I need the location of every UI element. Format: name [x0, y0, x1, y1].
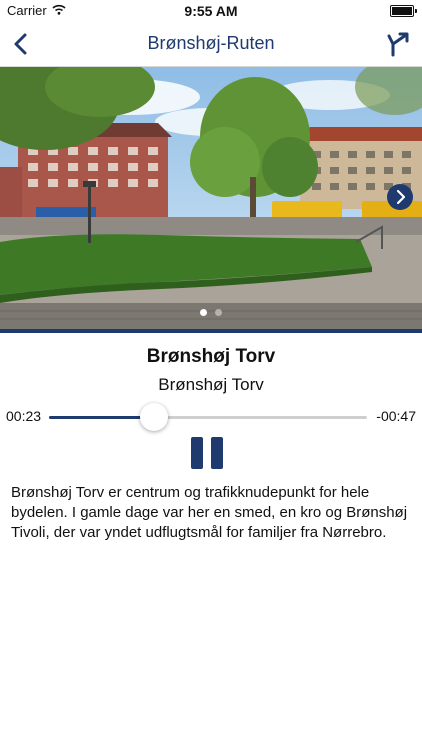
audio-progress-fill	[49, 416, 154, 419]
photo-carousel[interactable]	[0, 67, 422, 329]
stop-subtitle: Brønshøj Torv	[158, 375, 264, 394]
stop-description: Brønshøj Torv er centrum og trafikknudep…	[11, 484, 408, 541]
audio-scrubber-thumb[interactable]	[139, 403, 168, 431]
page-dot	[200, 309, 207, 316]
nav-title: Brønshøj-Ruten	[147, 33, 275, 53]
page-indicator	[0, 309, 422, 316]
status-bar: Carrier 9:55 AM	[0, 0, 422, 22]
divider-bar	[0, 329, 422, 333]
status-time: 9:55 AM	[184, 3, 238, 19]
page-dot	[215, 309, 222, 316]
pause-icon	[191, 437, 203, 469]
elapsed-time: 00:23	[6, 408, 42, 424]
chevron-right-icon	[396, 189, 406, 205]
audio-progress-track[interactable]	[49, 416, 367, 419]
battery-icon	[390, 5, 417, 17]
navigation-bar: Brønshøj-Ruten	[0, 22, 422, 67]
carousel-next-button[interactable]	[387, 184, 413, 210]
pause-button[interactable]	[191, 437, 223, 469]
remaining-time: -00:47	[376, 408, 416, 424]
route-fork-icon[interactable]	[386, 30, 412, 58]
square-photo	[0, 67, 422, 329]
stop-title: Brønshøj Torv	[146, 346, 276, 367]
